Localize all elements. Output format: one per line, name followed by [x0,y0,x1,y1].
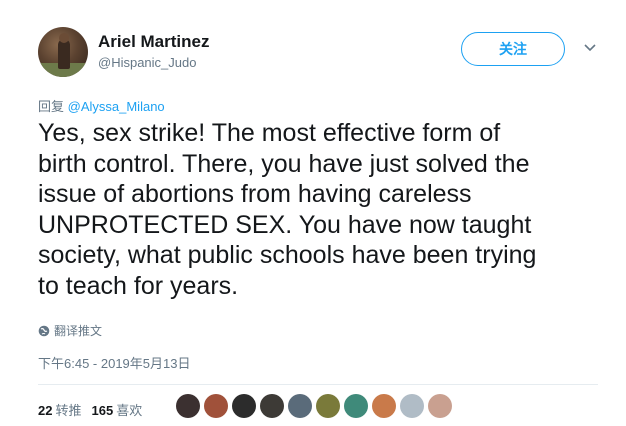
avatar-head [59,33,69,43]
tweet-stats: 22 转推 165 喜欢 [38,400,142,419]
retweets-label: 转推 [55,403,82,418]
retweets-stat[interactable]: 22 转推 [38,400,81,419]
liker-avatar[interactable] [176,394,200,418]
reply-to-link[interactable]: @Alyssa_Milano [68,99,165,114]
tweet-text: Yes, sex strike! The most effective form… [38,118,598,301]
follow-button[interactable]: 关注 [461,32,565,66]
user-handle[interactable]: @Hispanic_Judo [98,55,196,70]
reply-context: 回复 @Alyssa_Milano [38,96,165,115]
tweet-line: issue of abortions from having careless [38,180,472,208]
retweets-count: 22 [38,403,53,418]
liker-avatar[interactable] [428,394,452,418]
globe-icon [38,325,50,337]
liker-avatar[interactable] [316,394,340,418]
tweet-line: birth control. There, you have just solv… [38,149,530,178]
tweet-line: to teach for years. [38,271,239,300]
tweet-line: society, what public schools have been t… [38,241,537,269]
tweet-line: UNPROTECTED SEX. You have now taught [38,210,532,239]
tweet-line: Yes, sex strike! The most effective form… [38,119,501,147]
liker-avatar[interactable] [288,394,312,418]
liker-avatars [176,394,452,418]
avatar-figure [58,39,70,69]
translate-tweet-link[interactable]: 翻译推文 [38,322,102,339]
user-avatar[interactable] [38,27,88,77]
likes-stat[interactable]: 165 喜欢 [91,400,142,419]
likes-label: 喜欢 [116,403,143,418]
chevron-down-icon[interactable] [583,41,597,55]
liker-avatar[interactable] [232,394,256,418]
liker-avatar[interactable] [204,394,228,418]
divider [38,384,598,385]
tweet-header: Ariel Martinez @Hispanic_Judo 关注 [38,27,608,79]
translate-label: 翻译推文 [54,324,103,338]
liker-avatar[interactable] [372,394,396,418]
reply-prefix: 回复 [38,99,65,114]
liker-avatar[interactable] [400,394,424,418]
liker-avatar[interactable] [260,394,284,418]
likes-count: 165 [91,403,114,418]
liker-avatar[interactable] [344,394,368,418]
tweet-timestamp[interactable]: 下午6:45 - 2019年5月13日 [38,353,190,372]
user-display-name[interactable]: Ariel Martinez [98,32,209,52]
